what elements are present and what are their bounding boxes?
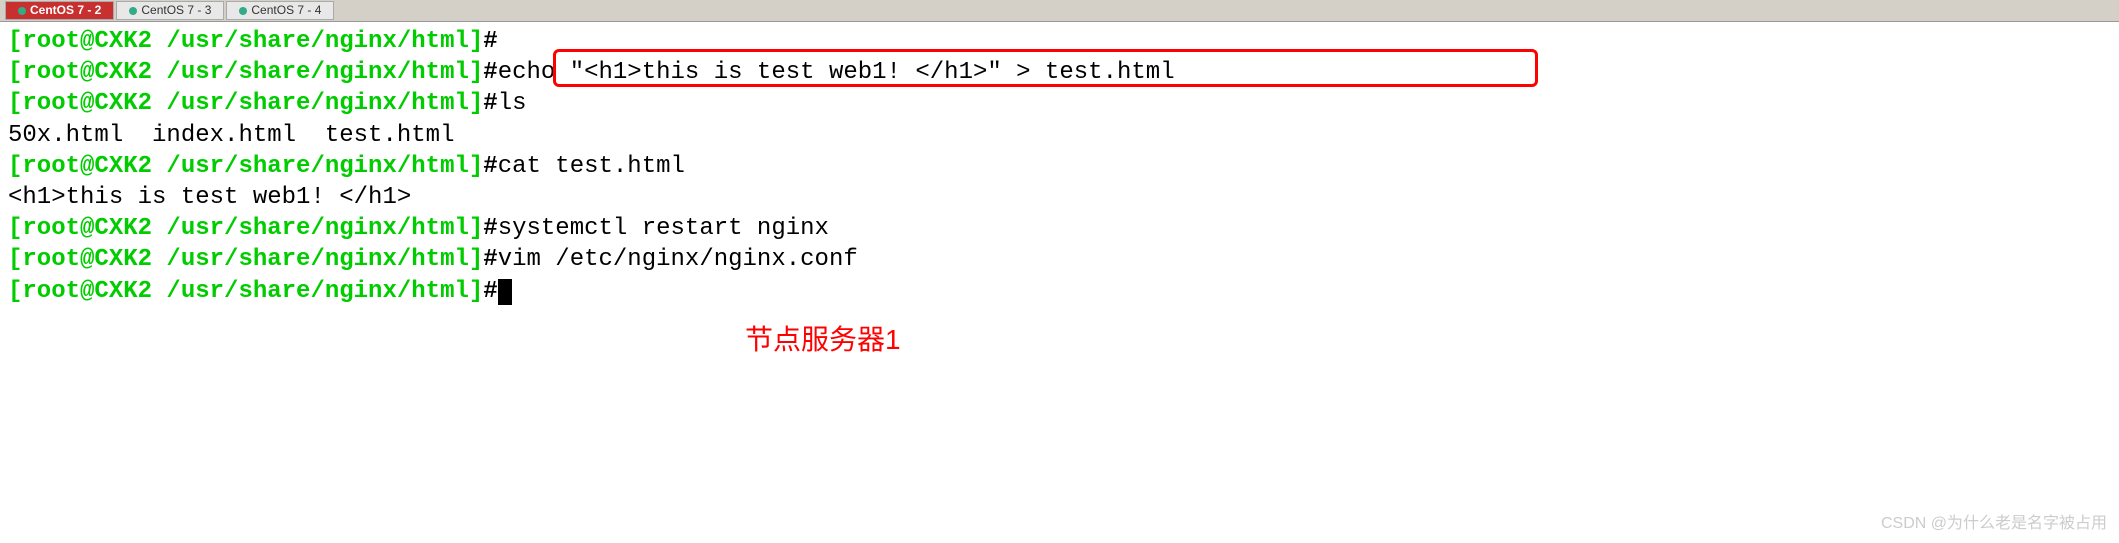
shell-prompt: [root@CXK2 /usr/share/nginx/html] xyxy=(8,278,483,305)
status-dot-icon xyxy=(239,7,247,15)
terminal-line: [root@CXK2 /usr/share/nginx/html]#vim /e… xyxy=(8,244,2111,275)
prompt-hash: # xyxy=(483,90,497,117)
terminal-output-line: 50x.html index.html test.html xyxy=(8,120,2111,151)
terminal-output-line: <h1>this is test web1! </h1> xyxy=(8,182,2111,213)
terminal-line: [root@CXK2 /usr/share/nginx/html]#cat te… xyxy=(8,151,2111,182)
terminal-output[interactable]: [root@CXK2 /usr/share/nginx/html]# [root… xyxy=(0,22,2119,311)
terminal-line: [root@CXK2 /usr/share/nginx/html]#ls xyxy=(8,88,2111,119)
prompt-hash: # xyxy=(483,246,497,273)
shell-prompt: [root@CXK2 /usr/share/nginx/html] xyxy=(8,215,483,242)
tab-centos-3[interactable]: CentOS 7 - 3 xyxy=(116,1,224,21)
terminal-line: [root@CXK2 /usr/share/nginx/html]# xyxy=(8,276,2111,307)
tab-label: CentOS 7 - 3 xyxy=(141,3,211,19)
terminal-line: [root@CXK2 /usr/share/nginx/html]#echo "… xyxy=(8,57,2111,88)
cursor-icon xyxy=(498,279,512,305)
annotation-label: 节点服务器1 xyxy=(745,322,901,358)
command-text: echo "<h1>this is test web1! </h1>" > te… xyxy=(498,59,1175,86)
prompt-hash: # xyxy=(483,28,497,55)
prompt-hash: # xyxy=(483,215,497,242)
status-dot-icon xyxy=(18,7,26,15)
command-text: vim /etc/nginx/nginx.conf xyxy=(498,246,858,273)
shell-prompt: [root@CXK2 /usr/share/nginx/html] xyxy=(8,153,483,180)
terminal-line: [root@CXK2 /usr/share/nginx/html]#system… xyxy=(8,213,2111,244)
command-text: ls xyxy=(498,90,527,117)
prompt-hash: # xyxy=(483,278,497,305)
command-text: cat test.html xyxy=(498,153,685,180)
prompt-hash: # xyxy=(483,153,497,180)
shell-prompt: [root@CXK2 /usr/share/nginx/html] xyxy=(8,246,483,273)
tab-label: CentOS 7 - 4 xyxy=(251,3,321,19)
watermark-text: CSDN @为什么老是名字被占用 xyxy=(1881,514,2107,535)
shell-prompt: [root@CXK2 /usr/share/nginx/html] xyxy=(8,59,483,86)
command-text: systemctl restart nginx xyxy=(498,215,829,242)
tab-label: CentOS 7 - 2 xyxy=(30,3,101,19)
status-dot-icon xyxy=(129,7,137,15)
tab-centos-2[interactable]: CentOS 7 - 2 xyxy=(5,1,114,21)
prompt-hash: # xyxy=(483,59,497,86)
shell-prompt: [root@CXK2 /usr/share/nginx/html] xyxy=(8,90,483,117)
terminal-line: [root@CXK2 /usr/share/nginx/html]# xyxy=(8,26,2111,57)
tab-centos-4[interactable]: CentOS 7 - 4 xyxy=(226,1,334,21)
shell-prompt: [root@CXK2 /usr/share/nginx/html] xyxy=(8,28,483,55)
tab-bar: CentOS 7 - 2 CentOS 7 - 3 CentOS 7 - 4 xyxy=(0,0,2119,22)
